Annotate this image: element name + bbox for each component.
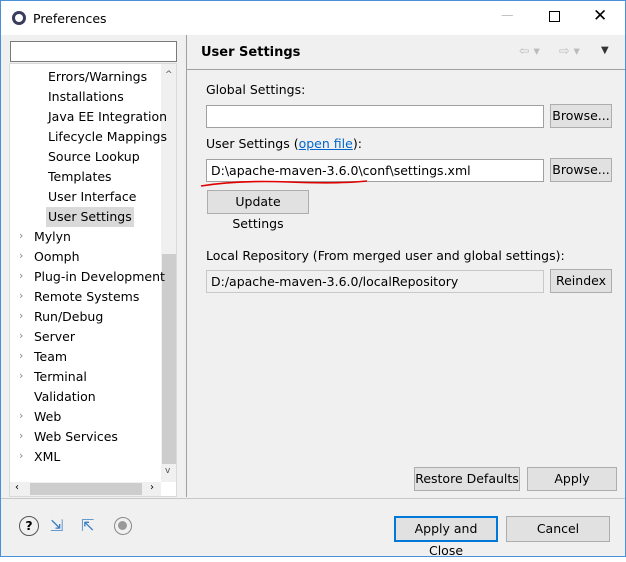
hscroll-thumb[interactable] [30,483,142,495]
tree-item[interactable]: Installations [46,87,126,107]
tree-item[interactable]: Errors/Warnings [46,67,149,87]
expand-chevron-icon[interactable]: › [19,429,23,442]
tree-item[interactable]: Java EE Integration [46,107,169,127]
expand-chevron-icon[interactable]: › [19,289,23,302]
restore-defaults-button[interactable]: Restore Defaults [414,467,520,491]
tree-item[interactable]: Web [32,407,63,427]
minimize-button[interactable]: — [501,7,514,22]
tree-item[interactable]: Plug-in Development [32,267,167,287]
local-repository-label: Local Repository (From merged user and g… [206,248,565,263]
user-settings-label-suffix: ): [352,136,362,151]
open-file-link[interactable]: open file [299,136,353,151]
preference-tree: ^ v ‹ › Errors/Warnings Installations Java… [9,63,177,497]
scroll-up-icon[interactable]: ^ [165,70,173,80]
tree-item[interactable]: Remote Systems [32,287,141,307]
red-underline-annotation [200,180,368,187]
title-bar: Preferences — ✕ [1,1,625,35]
window-title: Preferences [33,11,107,26]
tree-item[interactable]: Validation [32,387,98,407]
filter-input[interactable] [10,41,177,62]
header-divider [187,69,625,70]
expand-chevron-icon[interactable]: › [19,249,23,262]
expand-chevron-icon[interactable]: › [19,329,23,342]
preferences-window: Preferences — ✕ ^ v ‹ › Errors/Warnings I… [0,0,626,558]
tree-item[interactable]: Web Services [32,427,120,447]
tree-item[interactable]: Oomph [32,247,82,267]
cancel-button[interactable]: Cancel [506,516,610,542]
tree-item[interactable]: XML [32,447,62,467]
record-icon[interactable] [114,517,132,535]
apply-and-close-button[interactable]: Apply and Close [394,516,498,558]
forward-icon[interactable]: ⇨ ▾ [559,43,580,58]
user-browse-button[interactable]: Browse... [550,158,612,182]
expand-chevron-icon[interactable]: › [19,369,23,382]
user-settings-label: User Settings (open file): [206,136,362,151]
maximize-button[interactable] [549,11,560,22]
close-button[interactable]: ✕ [593,6,607,26]
tree-item[interactable]: Run/Debug [32,307,105,327]
expand-chevron-icon[interactable]: › [19,409,23,422]
divider [186,35,187,497]
tree-item[interactable]: Source Lookup [46,147,142,167]
tree-item[interactable]: Terminal [32,367,89,387]
view-menu-icon[interactable]: ▼ [601,45,609,56]
apply-button[interactable]: Apply [527,467,617,491]
expand-chevron-icon[interactable]: › [19,449,23,462]
reindex-button[interactable]: Reindex [550,269,612,293]
scroll-down-icon[interactable]: v [165,466,170,476]
global-settings-input[interactable] [206,105,544,128]
back-icon[interactable]: ⇦ ▾ [519,43,540,58]
page-title: User Settings [201,45,301,60]
tree-item[interactable]: Lifecycle Mappings [46,127,169,147]
tree-item[interactable]: Templates [46,167,114,187]
tree-item[interactable]: Mylyn [32,227,73,247]
tree-item[interactable]: Server [32,327,77,347]
tree-item[interactable]: Team [32,347,69,367]
update-settings-button[interactable]: Update Settings [207,190,309,231]
expand-chevron-icon[interactable]: › [19,269,23,282]
expand-chevron-icon[interactable]: › [19,229,23,242]
import-icon[interactable]: ⇲ [50,516,63,535]
help-icon[interactable]: ? [19,516,39,536]
scroll-left-icon[interactable]: ‹ [15,482,19,493]
local-repository-input: D:/apache-maven-3.6.0/localRepository [206,270,544,293]
global-browse-button[interactable]: Browse... [550,104,612,128]
tree-item[interactable]: User Settings [46,207,134,227]
horizontal-scrollbar[interactable]: ‹ › [10,482,161,496]
expand-chevron-icon[interactable]: › [19,349,23,362]
user-settings-label-prefix: User Settings ( [206,136,299,151]
eclipse-icon [12,11,26,25]
scroll-right-icon[interactable]: › [150,482,154,493]
export-icon[interactable]: ⇱ [81,516,94,535]
tree-item[interactable]: User Interface [46,187,138,207]
expand-chevron-icon[interactable]: › [19,309,23,322]
footer-divider [1,498,625,499]
global-settings-label: Global Settings: [206,82,306,97]
